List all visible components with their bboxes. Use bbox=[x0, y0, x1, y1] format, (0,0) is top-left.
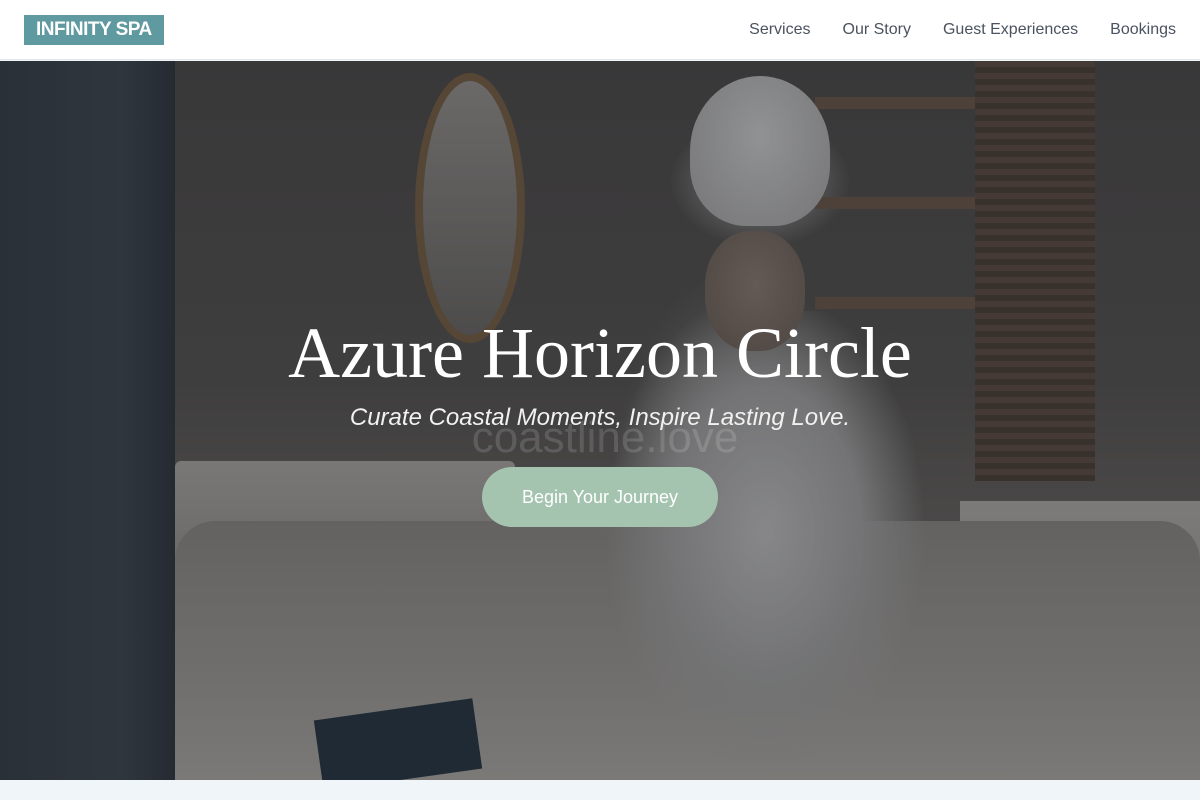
nav-link-bookings[interactable]: Bookings bbox=[1110, 21, 1176, 39]
nav-link-guest-experiences[interactable]: Guest Experiences bbox=[943, 21, 1078, 39]
hero-subtitle: Curate Coastal Moments, Inspire Lasting … bbox=[349, 404, 851, 431]
site-header: INFINITY SPA Services Our Story Guest Ex… bbox=[0, 0, 1200, 60]
hero-title: Azure Horizon Circle bbox=[288, 313, 912, 393]
main-nav: Services Our Story Guest Experiences Boo… bbox=[749, 0, 1176, 60]
next-section-edge bbox=[0, 780, 1200, 800]
nav-link-services[interactable]: Services bbox=[749, 21, 810, 39]
hero-section: coastline.love Azure Horizon Circle Cura… bbox=[0, 61, 1200, 780]
brand-logo[interactable]: INFINITY SPA bbox=[24, 15, 164, 45]
nav-link-our-story[interactable]: Our Story bbox=[843, 21, 911, 39]
begin-journey-button[interactable]: Begin Your Journey bbox=[482, 467, 718, 527]
